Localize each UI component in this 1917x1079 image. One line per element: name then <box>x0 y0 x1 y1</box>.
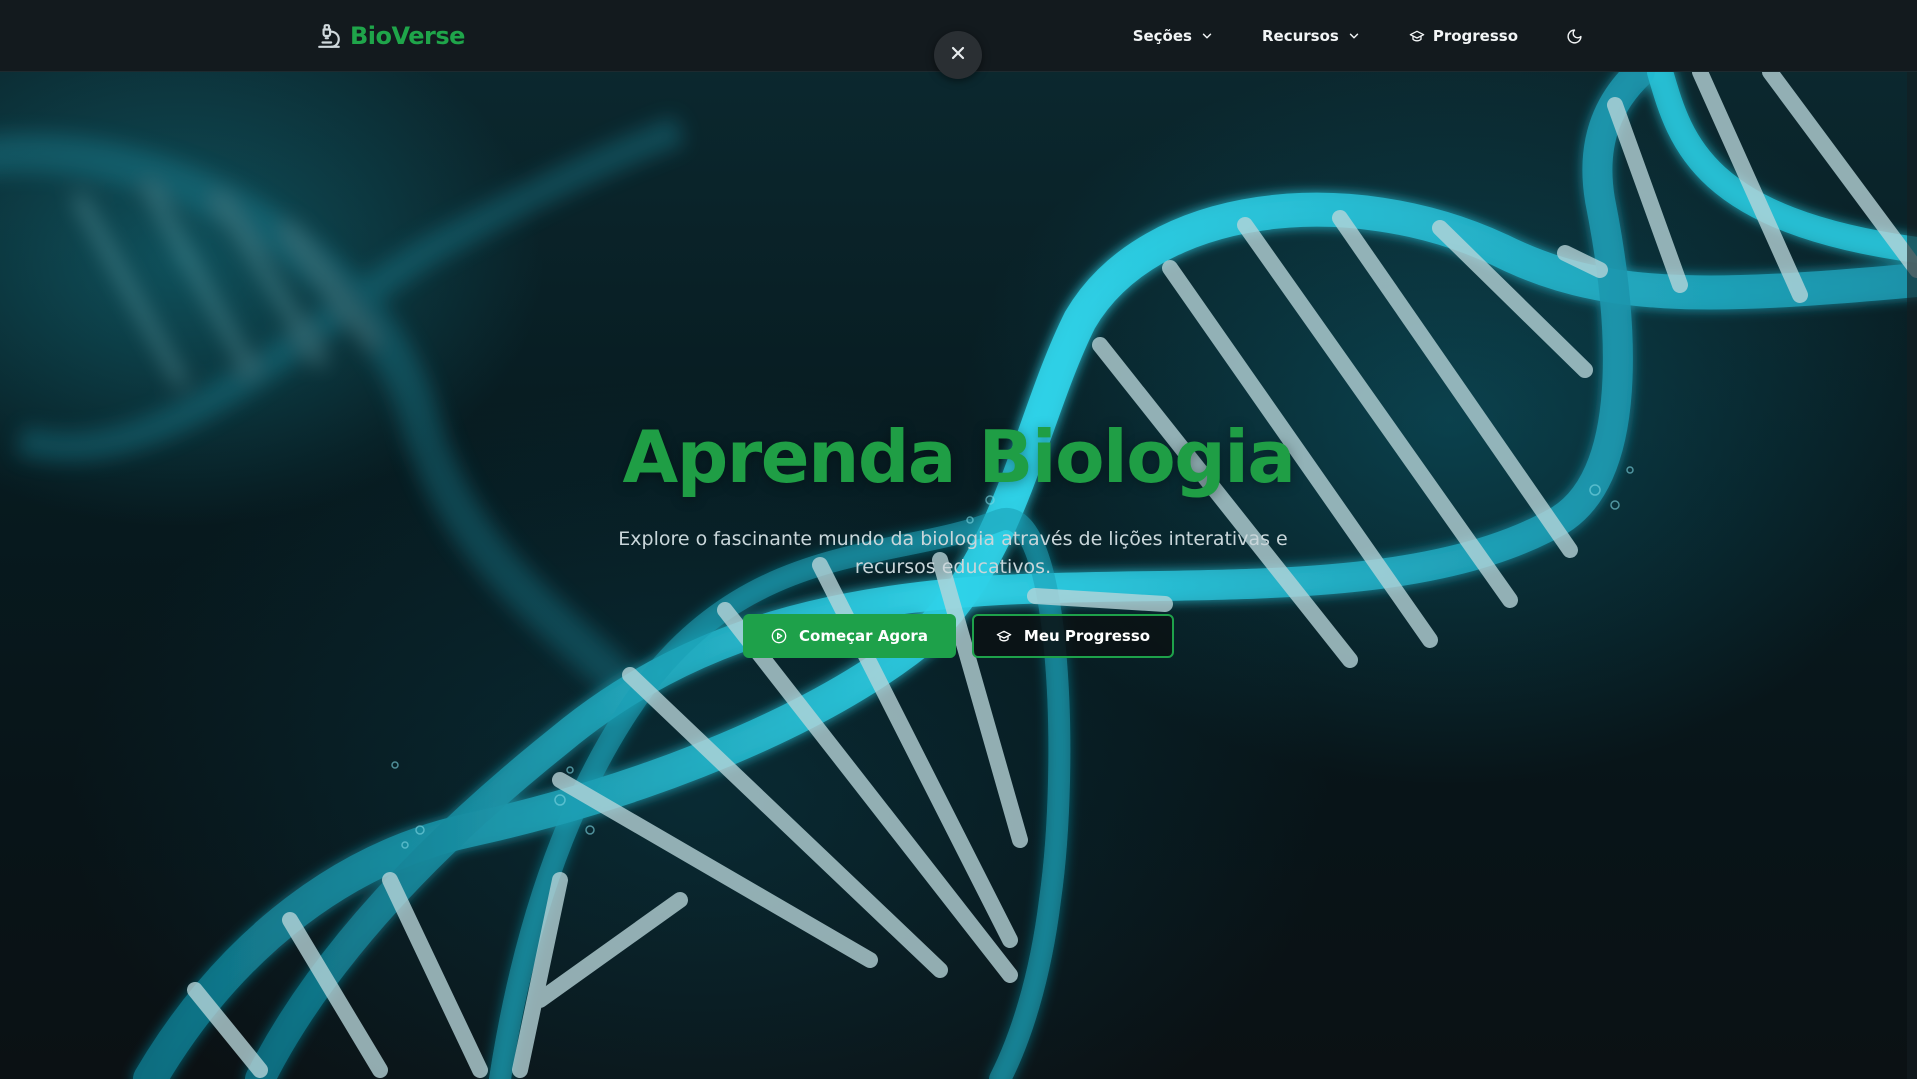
my-progress-label: Meu Progresso <box>1023 627 1151 645</box>
hero-subtitle: Explore o fascinante mundo da biologia a… <box>618 528 1288 578</box>
microscope-icon <box>316 23 342 49</box>
close-button[interactable] <box>934 31 982 79</box>
close-icon <box>948 43 968 68</box>
brand-name: BioVerse <box>350 22 465 50</box>
graduation-cap-icon <box>996 628 1012 644</box>
chevron-down-icon <box>1200 29 1214 43</box>
graduation-cap-icon <box>1409 28 1425 44</box>
start-now-button[interactable]: Começar Agora <box>743 614 956 658</box>
nav-links: Seções Recursos Progresso <box>1133 0 1583 72</box>
nav-progress-link[interactable]: Progresso <box>1409 27 1518 45</box>
nav-progress-label: Progresso <box>1432 27 1518 45</box>
hero-actions: Começar Agora Meu Progresso <box>0 614 1917 658</box>
chevron-down-icon <box>1347 29 1361 43</box>
hero-title: Aprenda Biologia <box>622 415 1296 499</box>
theme-toggle-button[interactable] <box>1566 28 1583 45</box>
nav-resources-dropdown[interactable]: Recursos <box>1262 27 1361 45</box>
start-now-label: Começar Agora <box>799 627 928 645</box>
nav-sections-label: Seções <box>1132 27 1192 45</box>
my-progress-button[interactable]: Meu Progresso <box>972 614 1174 658</box>
nav-sections-dropdown[interactable]: Seções <box>1133 27 1214 45</box>
nav-resources-label: Recursos <box>1261 27 1339 45</box>
play-circle-icon <box>771 628 787 644</box>
moon-icon <box>1566 28 1583 45</box>
brand-logo-link[interactable]: BioVerse <box>316 18 465 54</box>
page-scrollbar[interactable] <box>1907 72 1917 1079</box>
